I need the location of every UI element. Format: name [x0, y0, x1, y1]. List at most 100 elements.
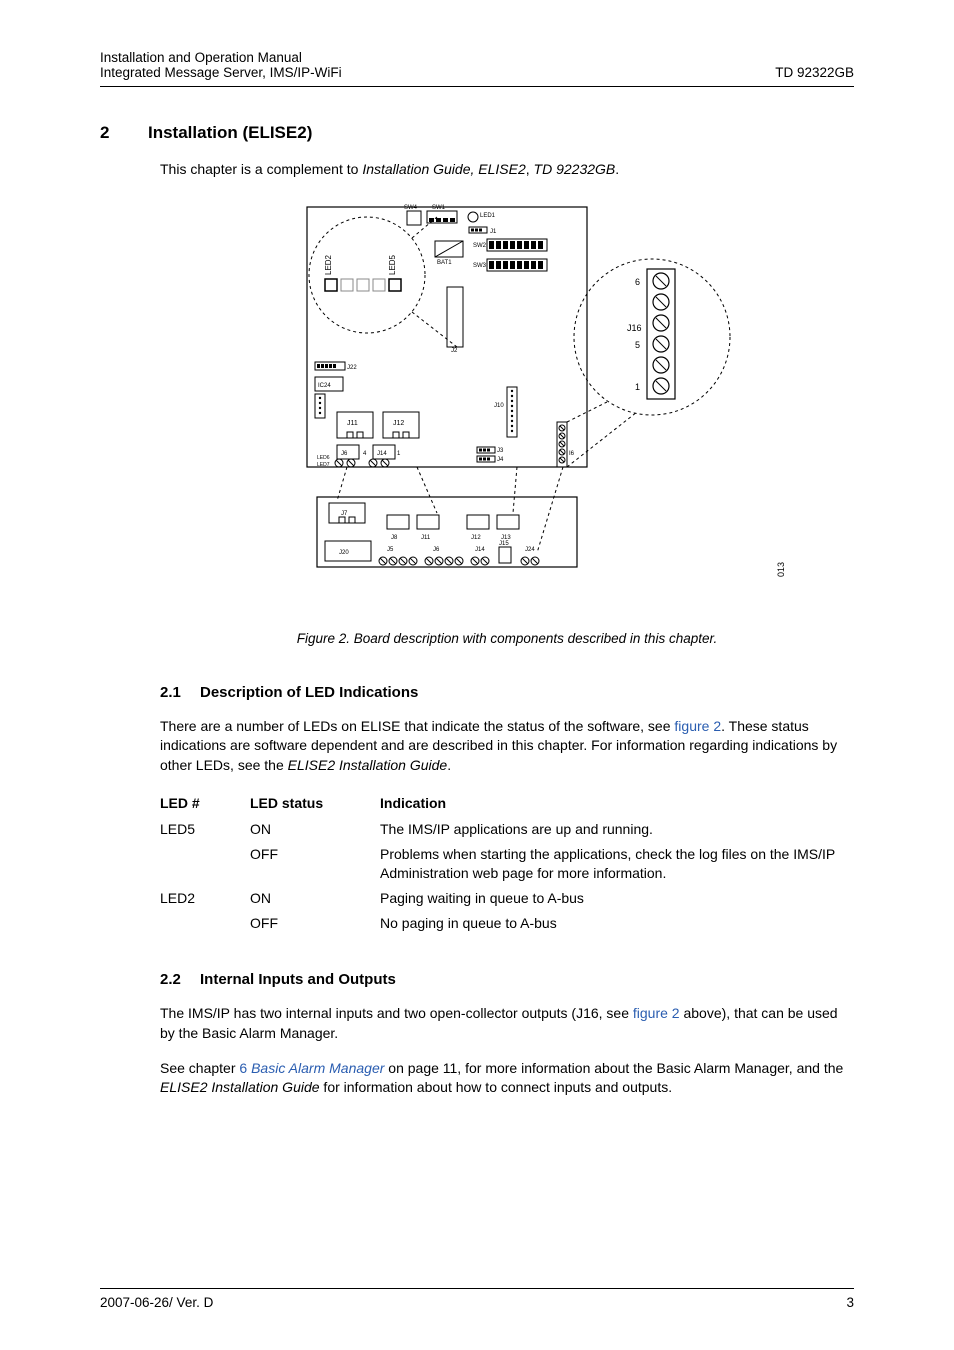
svg-text:J14: J14: [377, 451, 387, 457]
svg-text:J8: J8: [391, 535, 398, 541]
svg-text:IC24: IC24: [318, 383, 331, 389]
sub22-link-chapter6-num[interactable]: 6: [239, 1060, 251, 1076]
svg-text:LED1: LED1: [480, 213, 496, 219]
intro-em: Installation Guide, ELISE2: [362, 161, 525, 177]
sub21-p1a: There are a number of LEDs on ELISE that…: [160, 718, 674, 734]
svg-text:I6: I6: [569, 451, 575, 457]
svg-text:BAT1: BAT1: [437, 260, 452, 266]
td-status: OFF: [250, 842, 380, 886]
th-indication: Indication: [380, 791, 854, 817]
sub22-p2a: See chapter: [160, 1060, 239, 1076]
intro-em2: TD 92232GB: [534, 161, 616, 177]
td-led: [160, 842, 250, 886]
svg-text:J1: J1: [490, 229, 497, 235]
doc-title-line2: Integrated Message Server, IMS/IP-WiFi: [100, 65, 342, 80]
footer-page: 3: [846, 1295, 854, 1310]
sub22-p1a: The IMS/IP has two internal inputs and t…: [160, 1005, 633, 1021]
svg-text:SW4: SW4: [404, 205, 418, 211]
svg-text:5: 5: [635, 340, 640, 350]
td-status: ON: [250, 817, 380, 842]
svg-text:J20: J20: [339, 550, 349, 556]
svg-text:J6: J6: [433, 547, 440, 553]
svg-text:1: 1: [397, 451, 401, 457]
svg-text:LED2: LED2: [324, 254, 333, 275]
sub22-p2c: for information about how to connect inp…: [320, 1079, 673, 1095]
svg-text:J10: J10: [494, 403, 504, 409]
section-title-text: Installation (ELISE2): [148, 123, 312, 142]
sub22-p2em: ELISE2 Installation Guide: [160, 1079, 320, 1095]
sub22-paragraph-1: The IMS/IP has two internal inputs and t…: [160, 1004, 854, 1043]
subsection-22-number: 2.2: [160, 971, 200, 988]
sub22-link-chapter6-title[interactable]: Basic Alarm Manager: [251, 1060, 384, 1076]
sub22-paragraph-2: See chapter 6 Basic Alarm Manager on pag…: [160, 1059, 854, 1098]
section-intro: This chapter is a complement to Installa…: [160, 161, 854, 177]
subsection-21-number: 2.1: [160, 684, 200, 701]
svg-text:J4: J4: [497, 457, 504, 463]
svg-text:J5: J5: [387, 547, 394, 553]
sub21-p1c: .: [447, 757, 451, 773]
doc-id: TD 92322GB: [775, 65, 854, 80]
doc-title-line1: Installation and Operation Manual: [100, 50, 342, 65]
svg-text:4: 4: [363, 451, 367, 457]
figure-caption: Figure 2. Board description with compone…: [160, 631, 854, 646]
svg-text:LED7: LED7: [317, 462, 330, 468]
subsection-21-title: Description of LED Indications: [200, 684, 418, 701]
svg-text:J11: J11: [347, 420, 358, 427]
intro-pre: This chapter is a complement to: [160, 161, 362, 177]
led-table: LED # LED status Indication LED5 ON The …: [160, 791, 854, 935]
sub21-p1em: ELISE2 Installation Guide: [288, 757, 448, 773]
section-number: 2: [100, 123, 148, 143]
sub21-link-figure2[interactable]: figure 2: [674, 718, 721, 734]
intro-post: .: [615, 161, 619, 177]
td-led: LED2: [160, 886, 250, 911]
intro-mid: ,: [526, 161, 534, 177]
subsection-22-heading: 2.2Internal Inputs and Outputs: [160, 971, 854, 988]
svg-text:1: 1: [635, 382, 640, 392]
svg-text:J7: J7: [341, 511, 348, 517]
svg-text:SW2: SW2: [473, 243, 487, 249]
svg-text:LED5: LED5: [388, 254, 397, 275]
td-indication: Paging waiting in queue to A-bus: [380, 886, 854, 911]
figure-side-id: 013: [776, 562, 786, 577]
svg-text:J2: J2: [451, 348, 458, 354]
svg-text:J14: J14: [475, 547, 485, 553]
sub21-paragraph: There are a number of LEDs on ELISE that…: [160, 717, 854, 775]
svg-text:J12: J12: [471, 535, 481, 541]
page-footer: 2007-06-26/ Ver. D 3: [100, 1288, 854, 1310]
th-status: LED status: [250, 791, 380, 817]
svg-text:LED6: LED6: [317, 455, 330, 461]
svg-text:SW1: SW1: [432, 205, 446, 211]
board-diagram: SW4 SW1 LED1 J1 SW2 SW3 BAT1: [277, 197, 737, 617]
svg-text:J11: J11: [421, 535, 431, 541]
table-row: LED5 ON The IMS/IP applications are up a…: [160, 817, 854, 842]
svg-text:J12: J12: [393, 420, 404, 427]
table-row: LED2 ON Paging waiting in queue to A-bus: [160, 886, 854, 911]
td-status: OFF: [250, 911, 380, 936]
header-left: Installation and Operation Manual Integr…: [100, 50, 342, 80]
table-row: OFF Problems when starting the applicati…: [160, 842, 854, 886]
svg-text:6: 6: [635, 277, 640, 287]
page-header: Installation and Operation Manual Integr…: [100, 50, 854, 87]
svg-text:J6: J6: [341, 451, 348, 457]
svg-text:J24: J24: [525, 547, 535, 553]
sub22-p2b: on page 11, for more information about t…: [384, 1060, 843, 1076]
svg-text:J15: J15: [499, 541, 509, 547]
sub22-link-figure2[interactable]: figure 2: [633, 1005, 680, 1021]
table-row: OFF No paging in queue to A-bus: [160, 911, 854, 936]
section-heading: 2Installation (ELISE2): [100, 123, 854, 143]
svg-text:J16: J16: [627, 323, 642, 333]
th-led: LED #: [160, 791, 250, 817]
figure-2: SW4 SW1 LED1 J1 SW2 SW3 BAT1: [247, 197, 767, 617]
td-status: ON: [250, 886, 380, 911]
td-led: [160, 911, 250, 936]
td-indication: The IMS/IP applications are up and runni…: [380, 817, 854, 842]
td-indication: Problems when starting the applications,…: [380, 842, 854, 886]
header-right: TD 92322GB: [775, 50, 854, 80]
svg-text:J22: J22: [347, 365, 357, 371]
subsection-22-title: Internal Inputs and Outputs: [200, 971, 396, 988]
td-indication: No paging in queue to A-bus: [380, 911, 854, 936]
footer-date: 2007-06-26/ Ver. D: [100, 1295, 213, 1310]
svg-text:SW3: SW3: [473, 263, 487, 269]
subsection-21-heading: 2.1Description of LED Indications: [160, 684, 854, 701]
td-led: LED5: [160, 817, 250, 842]
